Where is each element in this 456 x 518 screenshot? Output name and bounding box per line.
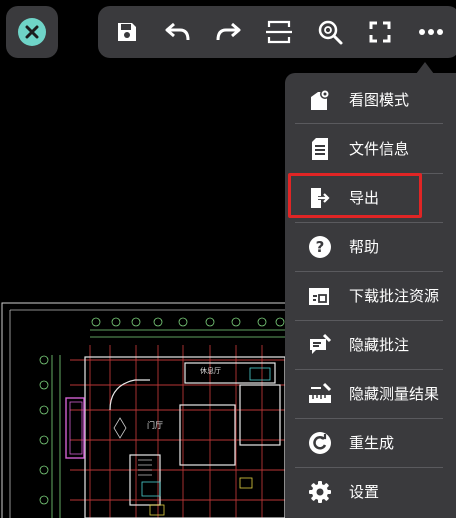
crop-button[interactable] [259, 12, 299, 52]
menu-item-hide-annotations[interactable]: 隐藏批注 [295, 320, 443, 369]
menu-item-help[interactable]: ? 帮助 [295, 222, 443, 271]
menu-item-label: 重生成 [349, 434, 395, 452]
menu-item-view-mode[interactable]: 看图模式 [295, 75, 443, 124]
file-info-icon [307, 136, 333, 162]
regenerate-icon [307, 430, 333, 456]
room-label-lounge: 休息厅 [200, 366, 221, 375]
more-icon [418, 29, 443, 35]
menu-item-label: 下载批注资源 [349, 287, 440, 305]
top-toolbar [98, 6, 456, 58]
download-annotation-icon [307, 283, 333, 309]
settings-icon [307, 479, 333, 505]
menu-item-download-annotations[interactable]: 下载批注资源 [295, 271, 443, 320]
menu-item-label: 文件信息 [349, 140, 410, 158]
room-label-lobby: 门厅 [147, 420, 163, 430]
drawing-frame [1, 302, 303, 518]
menu-item-file-info[interactable]: 文件信息 [295, 124, 443, 173]
more-menu: 看图模式 文件信息 导出 ? 帮助 下载批注资源 隐藏批注 隐藏测量结果 重生成… [285, 73, 456, 518]
menu-item-label: 隐藏批注 [349, 336, 410, 354]
undo-icon [165, 22, 190, 41]
crop-icon [265, 20, 292, 44]
export-highlight-box [288, 173, 422, 218]
fullscreen-icon [369, 21, 391, 43]
menu-item-hide-measurements[interactable]: 隐藏测量结果 [295, 369, 443, 418]
hide-measure-icon [307, 381, 333, 407]
menu-item-label: 看图模式 [349, 91, 410, 109]
menu-item-label: 隐藏测量结果 [349, 385, 440, 403]
svg-text:?: ? [316, 238, 325, 256]
undo-button[interactable] [158, 12, 198, 52]
fullscreen-button[interactable] [360, 12, 400, 52]
hide-annotation-icon [307, 332, 333, 358]
menu-item-label: 帮助 [349, 238, 380, 256]
help-icon: ? [307, 234, 333, 260]
zoom-button[interactable] [310, 12, 350, 52]
menu-item-settings[interactable]: 设置 [295, 467, 443, 516]
redo-icon [216, 22, 241, 41]
more-button[interactable] [411, 12, 451, 52]
zoom-icon [318, 20, 343, 45]
menu-item-label: 设置 [349, 483, 380, 501]
view-mode-icon [307, 87, 333, 113]
save-button[interactable] [107, 12, 147, 52]
save-icon [118, 23, 137, 41]
close-icon [18, 18, 46, 46]
menu-item-regenerate[interactable]: 重生成 [295, 418, 443, 467]
close-button[interactable] [6, 6, 58, 58]
redo-button[interactable] [208, 12, 248, 52]
